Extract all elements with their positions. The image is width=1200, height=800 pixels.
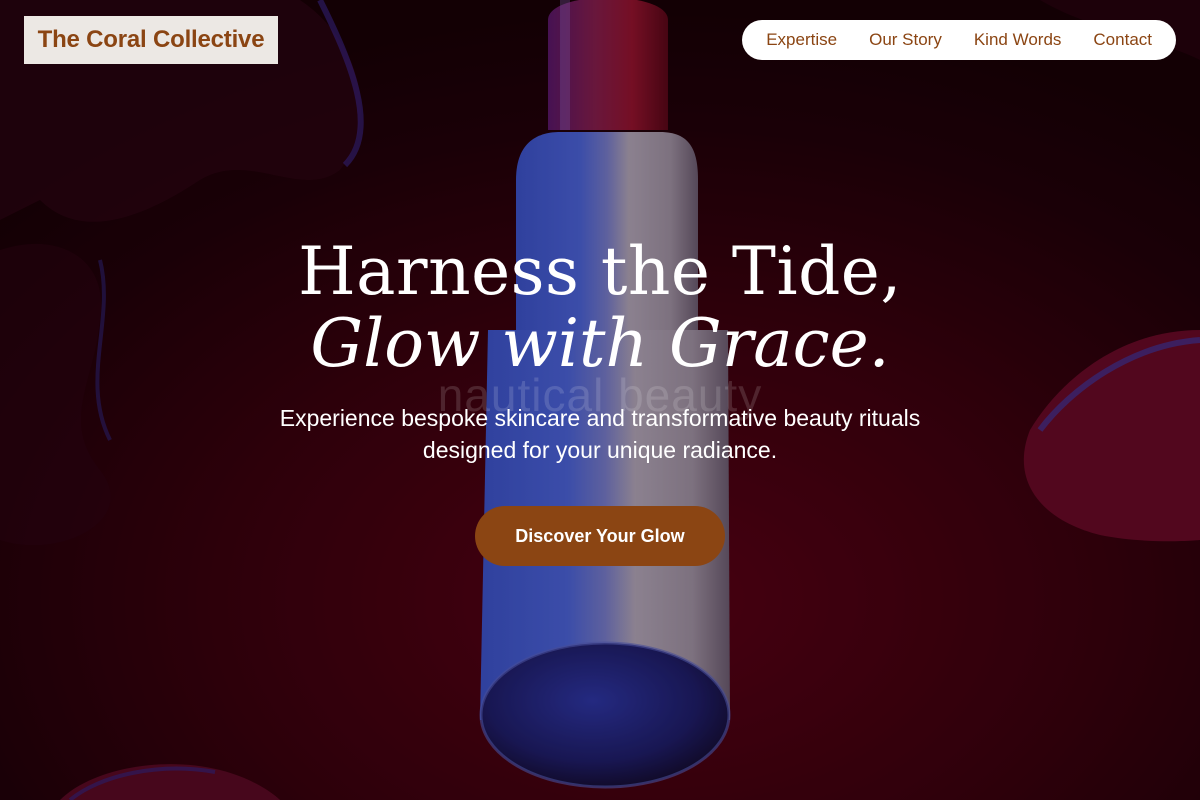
nav-item-our-story[interactable]: Our Story bbox=[853, 20, 958, 60]
hero-subtitle: Experience bespoke skincare and transfor… bbox=[279, 405, 921, 463]
main-nav: Expertise Our Story Kind Words Contact bbox=[742, 20, 1176, 60]
hero-headline: Harness the Tide, Glow with Grace. bbox=[0, 236, 1200, 380]
hero-headline-line1: Harness the Tide, bbox=[298, 233, 902, 310]
brand-logo[interactable]: The Coral Collective bbox=[24, 16, 278, 64]
hero-headline-line2: Glow with Grace. bbox=[310, 305, 890, 382]
nav-item-expertise[interactable]: Expertise bbox=[750, 20, 853, 60]
nav-item-contact[interactable]: Contact bbox=[1077, 20, 1168, 60]
hero-section: The Coral Collective Expertise Our Story… bbox=[0, 0, 1200, 800]
nav-item-kind-words[interactable]: Kind Words bbox=[958, 20, 1078, 60]
discover-your-glow-button[interactable]: Discover Your Glow bbox=[475, 506, 725, 566]
